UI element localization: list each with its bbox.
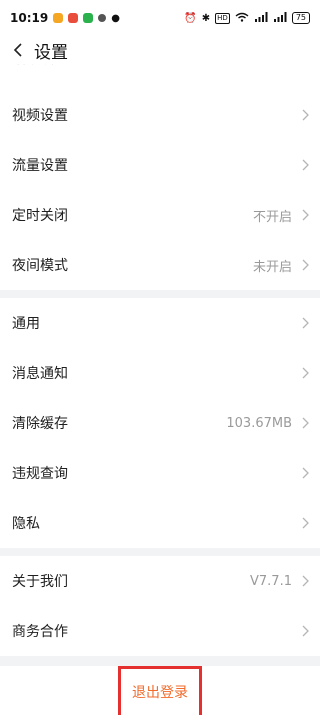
settings-item-label: 关于我们 [12, 574, 68, 590]
chevron-right-icon [302, 517, 309, 529]
page-title: 设置 [34, 42, 68, 63]
logout-button[interactable]: 退出登录 [118, 666, 202, 715]
status-bar: 10:19 ● ⏰ ✱ HD 75 [0, 0, 320, 36]
settings-item-value: 未开启 [252, 259, 292, 275]
chevron-right-icon [302, 575, 309, 587]
settings-item-label: 隐私 [12, 516, 40, 532]
settings-item-clear-cache[interactable]: 清除缓存 103.67MB [0, 398, 320, 448]
settings-group-general: 通用 消息通知 清除缓存 103.67MB 违规查询 隐私 [0, 298, 320, 548]
nav-bar: 设置 [0, 36, 320, 64]
settings-group-about: 关于我们 V7.7.1 商务合作 [0, 556, 320, 656]
section-divider [0, 548, 320, 556]
settings-item-video[interactable]: 视频设置 [0, 90, 320, 140]
settings-item-night-mode[interactable]: 夜间模式 未开启 [0, 240, 320, 290]
settings-item-violation-query[interactable]: 违规查询 [0, 448, 320, 498]
cellular-signal-icon [254, 11, 268, 25]
chevron-right-icon [302, 209, 309, 221]
settings-item-label: 定时关闭 [12, 208, 68, 224]
settings-item-about-us[interactable]: 关于我们 V7.7.1 [0, 556, 320, 606]
settings-item-value: 不开启 [252, 209, 292, 225]
settings-item-traffic[interactable]: 流量设置 [0, 140, 320, 190]
wifi-icon [235, 12, 249, 25]
alarm-icon: ⏰ [184, 12, 197, 24]
bluetooth-icon: ✱ [201, 12, 211, 24]
settings-group-playback: 视频设置 流量设置 定时关闭 不开启 夜间模式 未开启 [0, 90, 320, 290]
more-notifications-icon: ● [111, 12, 120, 24]
chevron-right-icon [302, 367, 309, 379]
chevron-right-icon [302, 317, 309, 329]
settings-item-label: 违规查询 [12, 466, 68, 482]
hd-icon: HD [215, 12, 230, 24]
section-divider [0, 290, 320, 298]
chevron-right-icon [302, 625, 309, 637]
chevron-right-icon [302, 159, 309, 171]
app-notification-icon [68, 13, 79, 23]
settings-item-business[interactable]: 商务合作 [0, 606, 320, 656]
chevron-right-icon [302, 259, 309, 271]
settings-item-label: 视频设置 [12, 108, 68, 124]
settings-item-notifications[interactable]: 消息通知 [0, 348, 320, 398]
battery-icon: 75 [291, 12, 310, 24]
app-notification-icon-2 [98, 14, 107, 22]
settings-item-general[interactable]: 通用 [0, 298, 320, 348]
chevron-right-icon [302, 467, 309, 479]
settings-item-label: 流量设置 [12, 158, 68, 174]
settings-item-label: 消息通知 [12, 366, 68, 382]
logout-area: 退出登录 [0, 666, 320, 715]
back-arrow-icon[interactable] [10, 42, 26, 58]
wechat-notification-icon [83, 13, 94, 23]
version-value: V7.7.1 [250, 573, 292, 589]
settings-item-timer-off[interactable]: 定时关闭 不开启 [0, 190, 320, 240]
chevron-right-icon [302, 109, 309, 121]
status-right: ⏰ ✱ HD 75 [184, 11, 310, 25]
settings-item-label: 清除缓存 [12, 416, 68, 432]
chevron-right-icon [302, 417, 309, 429]
section-divider [0, 656, 320, 666]
cellular-signal-icon-2 [273, 11, 287, 25]
weibo-notification-icon [53, 13, 64, 23]
settings-item-label: 商务合作 [12, 624, 68, 640]
settings-item-label: 夜间模式 [12, 258, 68, 274]
settings-item-label: 通用 [12, 316, 40, 332]
status-left: 10:19 ● [10, 11, 120, 25]
cache-size-value: 103.67MB [226, 415, 292, 431]
settings-item-privacy[interactable]: 隐私 [0, 498, 320, 548]
status-time: 10:19 [10, 11, 49, 25]
